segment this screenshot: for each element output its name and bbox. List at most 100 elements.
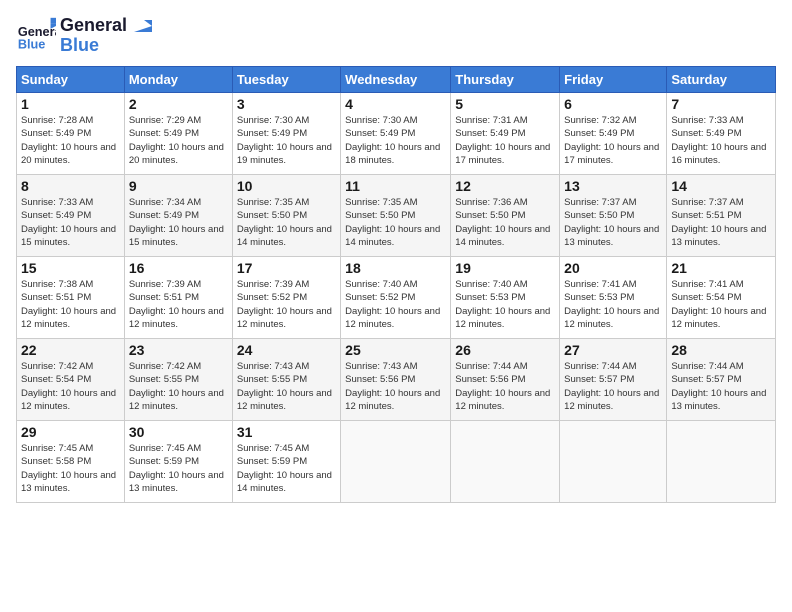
table-row: 30 Sunrise: 7:45 AM Sunset: 5:59 PM Dayli… [124, 421, 232, 503]
day-number: 28 [671, 342, 771, 358]
logo-arrow-icon [134, 20, 152, 32]
day-info: Sunrise: 7:39 AM Sunset: 5:52 PM Dayligh… [237, 278, 336, 331]
day-info: Sunrise: 7:44 AM Sunset: 5:57 PM Dayligh… [671, 360, 771, 413]
day-info: Sunrise: 7:44 AM Sunset: 5:56 PM Dayligh… [455, 360, 555, 413]
day-info: Sunrise: 7:37 AM Sunset: 5:51 PM Dayligh… [671, 196, 771, 249]
day-number: 17 [237, 260, 336, 276]
calendar-header-row: Sunday Monday Tuesday Wednesday Thursday… [17, 67, 776, 93]
day-info: Sunrise: 7:30 AM Sunset: 5:49 PM Dayligh… [237, 114, 336, 167]
day-info: Sunrise: 7:33 AM Sunset: 5:49 PM Dayligh… [21, 196, 120, 249]
day-number: 4 [345, 96, 446, 112]
day-number: 11 [345, 178, 446, 194]
day-number: 30 [129, 424, 228, 440]
day-number: 1 [21, 96, 120, 112]
day-number: 7 [671, 96, 771, 112]
day-info: Sunrise: 7:45 AM Sunset: 5:59 PM Dayligh… [237, 442, 336, 495]
day-number: 6 [564, 96, 662, 112]
logo-icon: General Blue [16, 16, 56, 56]
day-info: Sunrise: 7:34 AM Sunset: 5:49 PM Dayligh… [129, 196, 228, 249]
table-row: 19 Sunrise: 7:40 AM Sunset: 5:53 PM Dayli… [451, 257, 560, 339]
day-info: Sunrise: 7:30 AM Sunset: 5:49 PM Dayligh… [345, 114, 446, 167]
day-number: 31 [237, 424, 336, 440]
calendar-week-row: 29Sunrise: 7:45 AM Sunset: 5:58 PM Dayli… [17, 421, 776, 503]
header: General Blue General Blue [16, 16, 776, 56]
table-row [451, 421, 560, 503]
day-number: 24 [237, 342, 336, 358]
table-row: 25 Sunrise: 7:43 AM Sunset: 5:56 PM Dayli… [341, 339, 451, 421]
day-info: Sunrise: 7:37 AM Sunset: 5:50 PM Dayligh… [564, 196, 662, 249]
day-info: Sunrise: 7:42 AM Sunset: 5:55 PM Dayligh… [129, 360, 228, 413]
day-info: Sunrise: 7:41 AM Sunset: 5:54 PM Dayligh… [671, 278, 771, 331]
table-row: 6Sunrise: 7:32 AM Sunset: 5:49 PM Daylig… [560, 93, 667, 175]
day-number: 29 [21, 424, 120, 440]
day-info: Sunrise: 7:44 AM Sunset: 5:57 PM Dayligh… [564, 360, 662, 413]
table-row: 18 Sunrise: 7:40 AM Sunset: 5:52 PM Dayli… [341, 257, 451, 339]
day-number: 9 [129, 178, 228, 194]
day-info: Sunrise: 7:39 AM Sunset: 5:51 PM Dayligh… [129, 278, 228, 331]
day-info: Sunrise: 7:29 AM Sunset: 5:49 PM Dayligh… [129, 114, 228, 167]
day-number: 26 [455, 342, 555, 358]
table-row: 29Sunrise: 7:45 AM Sunset: 5:58 PM Dayli… [17, 421, 125, 503]
table-row: 27Sunrise: 7:44 AM Sunset: 5:57 PM Dayli… [560, 339, 667, 421]
day-number: 5 [455, 96, 555, 112]
day-info: Sunrise: 7:43 AM Sunset: 5:56 PM Dayligh… [345, 360, 446, 413]
svg-text:Blue: Blue [18, 37, 46, 52]
table-row: 15 Sunrise: 7:38 AM Sunset: 5:51 PM Dayli… [17, 257, 125, 339]
day-number: 12 [455, 178, 555, 194]
day-number: 2 [129, 96, 228, 112]
day-info: Sunrise: 7:38 AM Sunset: 5:51 PM Dayligh… [21, 278, 120, 331]
header-saturday: Saturday [667, 67, 776, 93]
logo-general: General [60, 16, 152, 36]
calendar-week-row: 1Sunrise: 7:28 AM Sunset: 5:49 PM Daylig… [17, 93, 776, 175]
table-row: 12 Sunrise: 7:36 AM Sunset: 5:50 PM Dayli… [451, 175, 560, 257]
day-number: 8 [21, 178, 120, 194]
day-info: Sunrise: 7:36 AM Sunset: 5:50 PM Dayligh… [455, 196, 555, 249]
table-row: 23 Sunrise: 7:42 AM Sunset: 5:55 PM Dayli… [124, 339, 232, 421]
logo-text-block: General Blue [60, 16, 152, 56]
calendar-week-row: 8 Sunrise: 7:33 AM Sunset: 5:49 PM Daylig… [17, 175, 776, 257]
day-number: 23 [129, 342, 228, 358]
calendar-week-row: 15 Sunrise: 7:38 AM Sunset: 5:51 PM Dayli… [17, 257, 776, 339]
table-row: 13 Sunrise: 7:37 AM Sunset: 5:50 PM Dayli… [560, 175, 667, 257]
day-info: Sunrise: 7:33 AM Sunset: 5:49 PM Dayligh… [671, 114, 771, 167]
day-info: Sunrise: 7:31 AM Sunset: 5:49 PM Dayligh… [455, 114, 555, 167]
day-info: Sunrise: 7:42 AM Sunset: 5:54 PM Dayligh… [21, 360, 120, 413]
day-number: 19 [455, 260, 555, 276]
day-number: 16 [129, 260, 228, 276]
table-row: 26 Sunrise: 7:44 AM Sunset: 5:56 PM Dayli… [451, 339, 560, 421]
header-tuesday: Tuesday [232, 67, 340, 93]
calendar-week-row: 22 Sunrise: 7:42 AM Sunset: 5:54 PM Dayli… [17, 339, 776, 421]
header-thursday: Thursday [451, 67, 560, 93]
table-row: 2 Sunrise: 7:29 AM Sunset: 5:49 PM Daylig… [124, 93, 232, 175]
day-number: 25 [345, 342, 446, 358]
header-monday: Monday [124, 67, 232, 93]
table-row: 14 Sunrise: 7:37 AM Sunset: 5:51 PM Dayli… [667, 175, 776, 257]
day-number: 21 [671, 260, 771, 276]
day-number: 15 [21, 260, 120, 276]
day-number: 10 [237, 178, 336, 194]
day-number: 3 [237, 96, 336, 112]
table-row: 31 Sunrise: 7:45 AM Sunset: 5:59 PM Dayli… [232, 421, 340, 503]
table-row [667, 421, 776, 503]
day-number: 22 [21, 342, 120, 358]
day-number: 13 [564, 178, 662, 194]
day-info: Sunrise: 7:40 AM Sunset: 5:53 PM Dayligh… [455, 278, 555, 331]
table-row: 20Sunrise: 7:41 AM Sunset: 5:53 PM Dayli… [560, 257, 667, 339]
day-info: Sunrise: 7:35 AM Sunset: 5:50 PM Dayligh… [237, 196, 336, 249]
table-row: 9 Sunrise: 7:34 AM Sunset: 5:49 PM Daylig… [124, 175, 232, 257]
table-row [560, 421, 667, 503]
day-info: Sunrise: 7:40 AM Sunset: 5:52 PM Dayligh… [345, 278, 446, 331]
table-row [341, 421, 451, 503]
logo: General Blue General Blue [16, 16, 152, 56]
table-row: 4 Sunrise: 7:30 AM Sunset: 5:49 PM Daylig… [341, 93, 451, 175]
page-container: General Blue General Blue [0, 0, 792, 612]
day-number: 14 [671, 178, 771, 194]
table-row: 1Sunrise: 7:28 AM Sunset: 5:49 PM Daylig… [17, 93, 125, 175]
day-info: Sunrise: 7:41 AM Sunset: 5:53 PM Dayligh… [564, 278, 662, 331]
day-info: Sunrise: 7:45 AM Sunset: 5:59 PM Dayligh… [129, 442, 228, 495]
table-row: 11Sunrise: 7:35 AM Sunset: 5:50 PM Dayli… [341, 175, 451, 257]
day-number: 18 [345, 260, 446, 276]
calendar-table: Sunday Monday Tuesday Wednesday Thursday… [16, 66, 776, 503]
table-row: 22 Sunrise: 7:42 AM Sunset: 5:54 PM Dayli… [17, 339, 125, 421]
table-row: 5 Sunrise: 7:31 AM Sunset: 5:49 PM Daylig… [451, 93, 560, 175]
